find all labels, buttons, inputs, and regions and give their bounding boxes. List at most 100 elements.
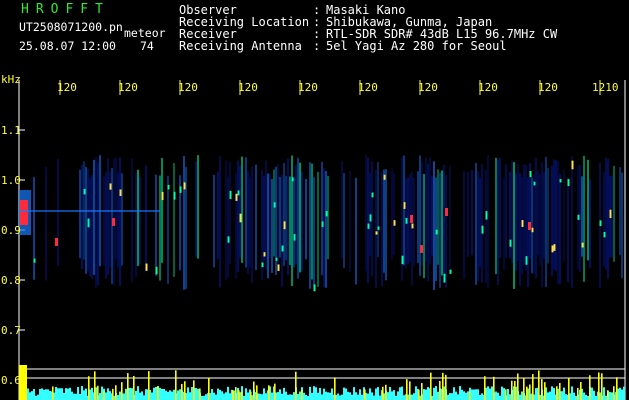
level-bar: [481, 393, 483, 400]
level-peak: [580, 381, 582, 400]
level-bar: [619, 387, 621, 400]
echo-spot: [553, 244, 556, 251]
level-bar: [467, 391, 469, 400]
level-bar: [215, 394, 217, 400]
x-tick-label: 120: [538, 81, 558, 94]
level-bar: [319, 387, 321, 400]
echo-spot: [291, 177, 294, 182]
level-peak: [523, 377, 525, 400]
level-bar: [195, 388, 197, 400]
level-peak: [445, 374, 447, 400]
level-bar: [227, 386, 229, 400]
level-bar: [339, 395, 341, 400]
level-bar: [293, 392, 295, 400]
strong-echo: [55, 238, 58, 246]
level-bar: [475, 389, 477, 400]
level-bar: [203, 395, 205, 400]
level-bar: [163, 388, 165, 400]
level-bar: [585, 394, 587, 400]
x-tick-label: 1210: [592, 81, 619, 94]
level-bar: [423, 389, 425, 400]
level-bar: [73, 393, 75, 400]
level-bar: [329, 392, 331, 400]
level-bar: [563, 387, 565, 400]
level-bar: [403, 395, 405, 400]
file-name: UT2508071200.pn: [19, 20, 123, 34]
level-bar: [179, 389, 181, 400]
level-bar: [491, 386, 493, 400]
level-bar: [415, 386, 417, 400]
level-peak: [529, 384, 531, 400]
echo-spot: [109, 183, 112, 190]
level-bar: [125, 388, 127, 400]
level-peak: [334, 377, 336, 400]
level-bar: [261, 394, 263, 400]
x-tick-label: 120: [358, 81, 378, 94]
echo-spot: [393, 220, 396, 226]
level-bar: [221, 391, 223, 400]
level-bar: [591, 387, 593, 400]
level-peak: [577, 387, 579, 400]
level-peak: [199, 388, 201, 400]
echo-spot: [531, 227, 534, 233]
level-bar: [323, 388, 325, 400]
level-bar: [565, 394, 567, 400]
level-bar: [67, 388, 69, 400]
level-bar: [461, 389, 463, 400]
level-bar: [497, 392, 499, 400]
level-bar: [303, 392, 305, 400]
level-bar: [287, 394, 289, 400]
level-bar: [247, 392, 249, 400]
level-peak: [232, 390, 234, 400]
echo-spot: [281, 245, 284, 252]
x-tick-label: 120: [478, 81, 498, 94]
echo-spot: [283, 221, 286, 230]
level-bar: [161, 388, 163, 400]
level-bar: [447, 394, 449, 400]
level-bar: [427, 387, 429, 400]
level-bar: [213, 392, 215, 400]
echo-spot: [599, 220, 602, 227]
level-bar: [217, 388, 219, 400]
echo-spot: [525, 256, 528, 265]
level-peak: [253, 381, 255, 400]
level-bar: [139, 392, 141, 400]
level-bar: [165, 390, 167, 400]
y-tick-label: 0.8: [1, 274, 21, 287]
level-peak: [295, 371, 297, 400]
level-bar: [69, 387, 71, 400]
level-bar: [331, 388, 333, 400]
level-bar: [27, 388, 29, 400]
echo-spot: [411, 223, 414, 229]
level-peak: [181, 383, 183, 400]
level-peak: [250, 391, 252, 400]
echo-spot: [377, 226, 380, 230]
echo-spot: [375, 231, 378, 235]
level-bar: [31, 391, 33, 400]
level-bar: [379, 395, 381, 400]
level-bar: [451, 393, 453, 400]
y-tick-label: 0.9: [1, 224, 21, 237]
echo-spot: [167, 184, 170, 190]
level-bar: [477, 389, 479, 400]
level-bar: [141, 391, 143, 400]
echo-spot: [533, 181, 536, 186]
echo-spot: [403, 202, 406, 209]
strong-echo: [420, 245, 423, 253]
level-bar: [75, 393, 77, 400]
level-bar: [59, 388, 61, 400]
level-peak: [511, 380, 513, 400]
echo-spot: [485, 211, 488, 220]
level-peak: [235, 387, 237, 400]
level-bar: [561, 391, 563, 400]
echo-spot: [581, 242, 584, 248]
level-bar: [437, 391, 439, 400]
level-bar: [283, 387, 285, 400]
echo-spot: [119, 189, 122, 196]
x-tick-label: 120: [298, 81, 318, 94]
echo-spot: [273, 202, 276, 208]
level-bar: [211, 389, 213, 400]
level-bar: [317, 392, 319, 400]
level-bar: [225, 392, 227, 400]
echo-spot: [435, 229, 438, 235]
